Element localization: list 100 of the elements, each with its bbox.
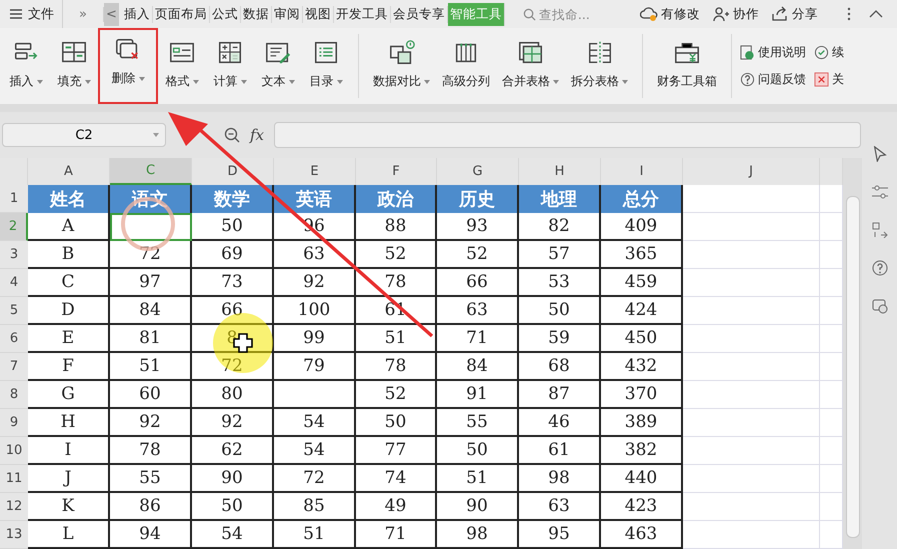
table-cell: 55 bbox=[110, 465, 192, 493]
table-cell: F bbox=[28, 353, 110, 381]
table-cell: C bbox=[28, 269, 110, 297]
cursor-icon[interactable] bbox=[872, 146, 888, 162]
row-header[interactable]: 8 bbox=[0, 381, 28, 409]
ribbon-tab[interactable]: 插入 bbox=[122, 6, 153, 22]
toolbar-action[interactable]: 有修改 bbox=[636, 6, 703, 22]
table-cell: 80 bbox=[192, 381, 274, 409]
ribbon-button[interactable]: 插入 bbox=[2, 31, 50, 101]
active-cell[interactable] bbox=[110, 213, 192, 241]
table-cell: 92 bbox=[192, 409, 274, 437]
name-box[interactable]: C2 bbox=[2, 123, 166, 147]
collapse-icon[interactable] bbox=[868, 10, 883, 18]
ribbon-tab[interactable]: 视图 bbox=[302, 6, 334, 22]
ribbon-tab[interactable]: 公式 bbox=[210, 6, 241, 22]
column-header[interactable]: H bbox=[519, 158, 601, 185]
table-cell: 370 bbox=[601, 381, 683, 409]
row-header[interactable]: 12 bbox=[0, 493, 28, 521]
table-cell: I bbox=[28, 437, 110, 465]
row-header[interactable]: 10 bbox=[0, 437, 28, 465]
row-header[interactable]: 9 bbox=[0, 409, 28, 437]
row-header[interactable]: 1 bbox=[0, 185, 28, 213]
table-cell: 92 bbox=[110, 409, 192, 437]
search-icon bbox=[522, 8, 536, 20]
ribbon-button[interactable]: 目录 bbox=[302, 31, 350, 101]
small-ribbon-button[interactable]: 使用说明 bbox=[740, 44, 806, 61]
table-cell: 63 bbox=[274, 241, 356, 269]
small-ribbon-button[interactable]: 问题反馈 bbox=[740, 71, 806, 88]
share-icon bbox=[770, 6, 789, 22]
table-cell: 63 bbox=[519, 493, 601, 521]
formula-input[interactable] bbox=[274, 122, 861, 148]
table-cell: A bbox=[28, 213, 110, 241]
table-cell: 88 bbox=[356, 213, 437, 241]
table-cell: 63 bbox=[437, 297, 519, 325]
ribbon-button[interactable]: 文本 bbox=[254, 31, 302, 101]
small-ribbon-button[interactable]: 续 bbox=[814, 44, 844, 61]
row-header[interactable]: 3 bbox=[0, 241, 28, 269]
swap-icon[interactable] bbox=[872, 222, 888, 238]
small-ribbon-button[interactable]: 关 bbox=[814, 71, 844, 88]
table-cell: 54 bbox=[274, 437, 356, 465]
menu-icon bbox=[10, 9, 22, 19]
table-cell: 66 bbox=[437, 269, 519, 297]
user-add-icon bbox=[712, 6, 730, 22]
table-cell: 54 bbox=[192, 521, 274, 549]
help-icon[interactable] bbox=[872, 260, 888, 276]
caret-icon bbox=[153, 133, 159, 137]
table-cell: 99 bbox=[274, 325, 356, 353]
table-cell: 432 bbox=[601, 353, 683, 381]
row-header[interactable]: 13 bbox=[0, 521, 28, 549]
table-cell: 98 bbox=[519, 465, 601, 493]
ribbon-button[interactable]: 合并表格 bbox=[496, 31, 565, 101]
column-header[interactable]: A bbox=[28, 158, 110, 185]
header-cell: 地理 bbox=[519, 185, 601, 213]
header-cell: 英语 bbox=[274, 185, 356, 213]
zoom-icon[interactable] bbox=[224, 127, 240, 143]
column-header[interactable]: F bbox=[356, 158, 437, 185]
ribbon-button[interactable]: 格式 bbox=[158, 31, 206, 101]
table-cell: 72 bbox=[274, 465, 356, 493]
ribbon-button[interactable]: 财务工具箱 bbox=[651, 31, 723, 101]
row-header[interactable]: 7 bbox=[0, 353, 28, 381]
search-field[interactable]: 查找命... bbox=[522, 6, 609, 22]
ribbon-button[interactable]: 数据对比 bbox=[367, 31, 436, 101]
toolbar-action[interactable]: 分享 bbox=[768, 6, 821, 22]
row-header[interactable]: 6 bbox=[0, 325, 28, 353]
vertical-scrollbar[interactable] bbox=[843, 158, 862, 549]
chat-icon[interactable] bbox=[872, 298, 888, 314]
table-cell: 61 bbox=[519, 437, 601, 465]
ribbon-button[interactable]: 计算 bbox=[206, 31, 254, 101]
table-cell: 73 bbox=[192, 269, 274, 297]
table-cell: E bbox=[28, 325, 110, 353]
table-cell: 66 bbox=[192, 297, 274, 325]
ribbon-button[interactable]: 拆分表格 bbox=[565, 31, 634, 101]
ribbon-tab[interactable]: 页面布局 bbox=[152, 6, 210, 22]
table-cell: H bbox=[28, 409, 110, 437]
table-cell: 82 bbox=[519, 213, 601, 241]
table-cell: 71 bbox=[437, 325, 519, 353]
ribbon-tab[interactable]: 开发工具 bbox=[334, 6, 391, 22]
function-label[interactable]: fx bbox=[250, 126, 264, 144]
ribbon-button[interactable]: 高级分列 bbox=[436, 31, 496, 101]
column-header[interactable]: E bbox=[274, 158, 356, 185]
ribbon-tab[interactable]: 数据 bbox=[240, 6, 272, 22]
toolbar-action[interactable]: 协作 bbox=[708, 6, 762, 22]
table-cell: 53 bbox=[519, 269, 601, 297]
table-cell: 74 bbox=[356, 465, 437, 493]
more-vertical-icon[interactable] bbox=[846, 7, 851, 21]
table-cell: 87 bbox=[519, 381, 601, 409]
column-header[interactable]: D bbox=[192, 158, 274, 185]
column-header[interactable]: G bbox=[437, 158, 519, 185]
row-header[interactable]: 5 bbox=[0, 297, 28, 325]
row-header[interactable]: 11 bbox=[0, 465, 28, 493]
column-header[interactable]: J bbox=[683, 158, 820, 185]
table-cell: 52 bbox=[356, 241, 437, 269]
table-cell: D bbox=[28, 297, 110, 325]
table-cell: 463 bbox=[601, 521, 683, 549]
ribbon-button[interactable]: 删除 bbox=[98, 28, 158, 104]
slider-icon[interactable] bbox=[872, 184, 888, 200]
column-header[interactable]: I bbox=[601, 158, 683, 185]
row-header[interactable]: 4 bbox=[0, 269, 28, 297]
ribbon-button[interactable]: 填充 bbox=[50, 31, 98, 101]
ribbon-tab[interactable]: 审阅 bbox=[272, 6, 303, 22]
